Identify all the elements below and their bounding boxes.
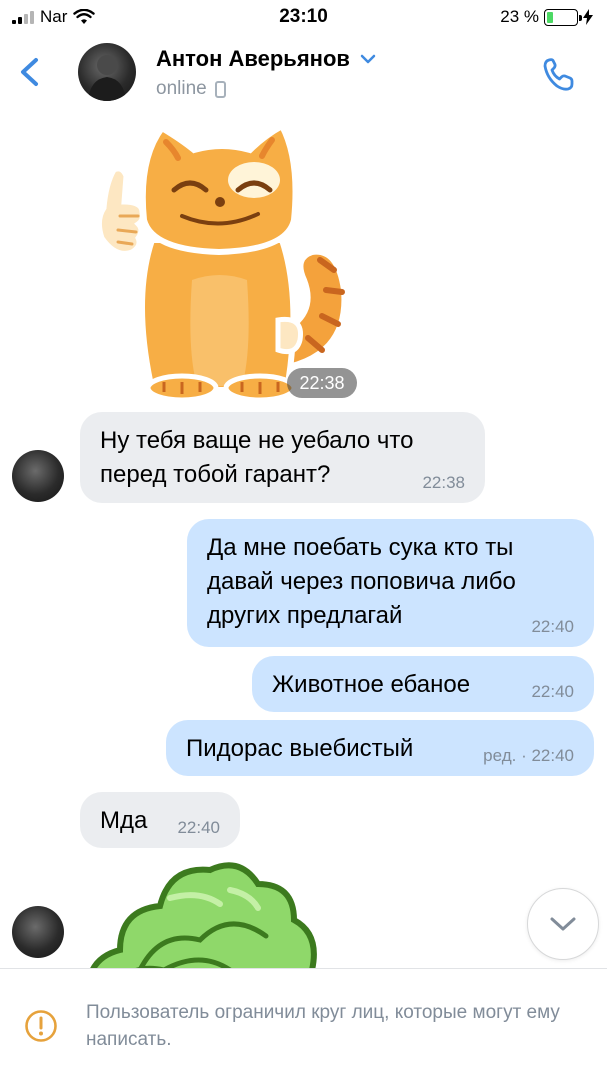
battery-icon: [544, 8, 582, 26]
message-time-edited: ред. · 22:40: [483, 746, 574, 765]
scroll-to-bottom-button[interactable]: [527, 888, 599, 960]
message-text: Ну тебя ваще не уебало что перед тобой г…: [100, 427, 414, 488]
message-bubble-incoming[interactable]: Ну тебя ваще не уебало что перед тобой г…: [80, 412, 485, 503]
phone-call-icon[interactable]: [539, 54, 579, 94]
chat-header: Антон Аверьянов online: [0, 34, 607, 114]
sender-avatar[interactable]: [12, 906, 64, 958]
bush-sticker-image: [89, 862, 317, 970]
person-photo-icon: [88, 55, 126, 101]
battery-percent: 23 %: [500, 7, 539, 26]
sender-avatar[interactable]: [12, 450, 64, 502]
charging-icon: [583, 9, 593, 25]
contact-name: Антон Аверьянов: [156, 46, 350, 71]
message-bubble-outgoing[interactable]: Да мне поебать сука кто ты давай через п…: [187, 519, 594, 647]
back-arrow-icon[interactable]: [14, 52, 44, 92]
message-text: Пидорас выебистый: [186, 735, 414, 762]
message-bubble-outgoing[interactable]: Животное ебаное 22:40: [252, 656, 594, 712]
status-bar: Nar 23:10 23 %: [0, 0, 607, 34]
chevron-down-icon: [360, 54, 376, 64]
message-time: 22:40: [177, 818, 220, 837]
contact-status: online: [156, 78, 207, 99]
restriction-text: Пользователь ограничил круг лиц, которые…: [86, 1002, 560, 1050]
message-bubble-incoming[interactable]: Мда 22:40: [80, 792, 240, 848]
contact-status-row: online: [156, 78, 226, 100]
message-time: 22:40: [531, 682, 574, 701]
message-text: Животное ебаное: [272, 671, 471, 698]
battery-group: 23 %: [500, 7, 593, 27]
battery-level: [547, 11, 554, 23]
message-text: Мда: [100, 807, 148, 834]
message-time: 22:40: [531, 617, 574, 636]
contact-name-row[interactable]: Антон Аверьянов: [156, 46, 376, 72]
message-time: 22:38: [422, 473, 465, 492]
contact-avatar[interactable]: [78, 43, 136, 101]
green-bush-sticker[interactable]: [80, 850, 320, 970]
message-text: Да мне поебать сука кто ты давай через п…: [207, 534, 516, 629]
warning-circle-icon: [25, 1010, 57, 1042]
sticker-time: 22:38: [287, 368, 357, 398]
mobile-device-icon: [214, 80, 226, 98]
chevron-down-icon: [550, 917, 576, 931]
message-bubble-outgoing[interactable]: Пидорас выебистый ред. · 22:40: [166, 720, 594, 776]
cat-sticker-image: [96, 121, 348, 403]
restriction-notice: Пользователь ограничил круг лиц, которые…: [0, 968, 607, 1080]
cat-thumbs-up-sticker[interactable]: [82, 120, 372, 405]
